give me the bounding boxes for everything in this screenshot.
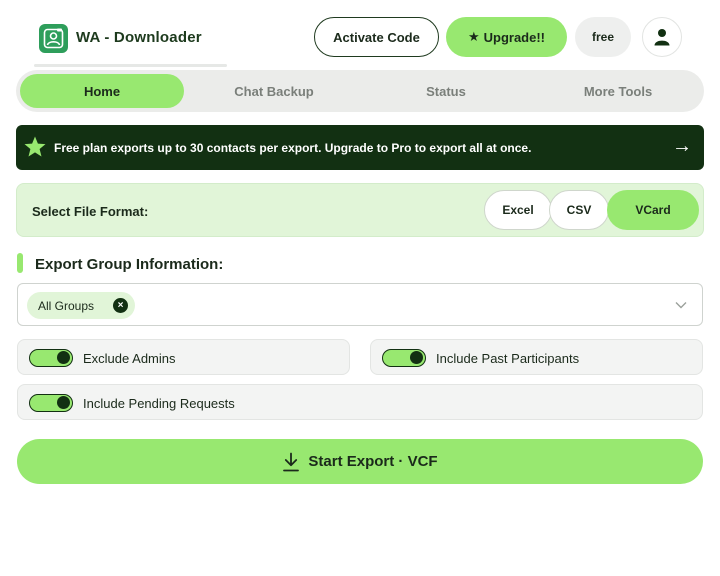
chip-label: All Groups	[38, 299, 95, 313]
section-accent-bar	[17, 253, 23, 273]
include-pending-label: Include Pending Requests	[83, 396, 235, 411]
chip-remove-icon[interactable]: ×	[113, 298, 128, 313]
user-icon	[654, 29, 670, 46]
file-format-selector: Select File Format: Excel CSV VCard	[16, 183, 704, 237]
format-option-vcard[interactable]: VCard	[607, 190, 699, 230]
star-icon	[24, 136, 46, 157]
contacts-app-logo-icon	[39, 24, 68, 53]
banner-message: Free plan exports up to 30 contacts per …	[54, 141, 532, 155]
selected-group-chip: All Groups ×	[27, 292, 135, 319]
format-option-excel[interactable]: Excel	[484, 190, 552, 230]
chevron-down-icon[interactable]	[674, 298, 688, 312]
export-button-content: Start Export · VCF	[282, 452, 438, 472]
upgrade-label: Upgrade!!	[483, 29, 546, 45]
format-option-csv[interactable]: CSV	[549, 190, 609, 230]
upgrade-button[interactable]: ★ Upgrade!!	[446, 17, 567, 57]
arrow-right-icon[interactable]: →	[672, 136, 692, 156]
section-title: Export Group Information:	[35, 256, 224, 273]
upgrade-banner[interactable]: Free plan exports up to 30 contacts per …	[16, 125, 704, 170]
exclude-admins-toggle[interactable]	[29, 349, 73, 367]
header: WA - Downloader Activate Code ★ Upgrade!…	[0, 0, 720, 70]
app-window: WA - Downloader Activate Code ★ Upgrade!…	[0, 0, 720, 576]
tab-status[interactable]: Status	[364, 74, 528, 108]
exclude-admins-label: Exclude Admins	[83, 351, 176, 366]
option-include-pending-requests: Include Pending Requests	[17, 384, 703, 420]
tab-chat-backup[interactable]: Chat Backup	[191, 74, 357, 108]
include-pending-toggle[interactable]	[29, 394, 73, 412]
star-icon: ★	[467, 29, 480, 44]
option-exclude-admins: Exclude Admins	[17, 339, 350, 375]
include-past-toggle[interactable]	[382, 349, 426, 367]
option-include-past-participants: Include Past Participants	[370, 339, 703, 375]
start-export-button[interactable]: Start Export · VCF	[17, 439, 703, 484]
file-format-label: Select File Format:	[32, 204, 149, 219]
profile-button[interactable]	[642, 17, 682, 57]
group-select-dropdown[interactable]: All Groups ×	[17, 283, 703, 326]
toggle-knob	[410, 351, 423, 364]
toggle-knob	[57, 396, 70, 409]
download-icon	[283, 452, 300, 471]
main-tabs: Home Chat Backup Status More Tools	[16, 70, 704, 112]
app-title: WA - Downloader	[76, 29, 202, 46]
export-button-label: Start Export · VCF	[308, 453, 438, 470]
toggle-knob	[57, 351, 70, 364]
tab-more-tools[interactable]: More Tools	[536, 74, 700, 108]
activate-code-button[interactable]: Activate Code	[314, 17, 439, 57]
include-past-label: Include Past Participants	[436, 351, 580, 366]
title-divider	[34, 64, 227, 67]
plan-badge[interactable]: free	[575, 17, 631, 57]
tab-home[interactable]: Home	[20, 74, 184, 108]
